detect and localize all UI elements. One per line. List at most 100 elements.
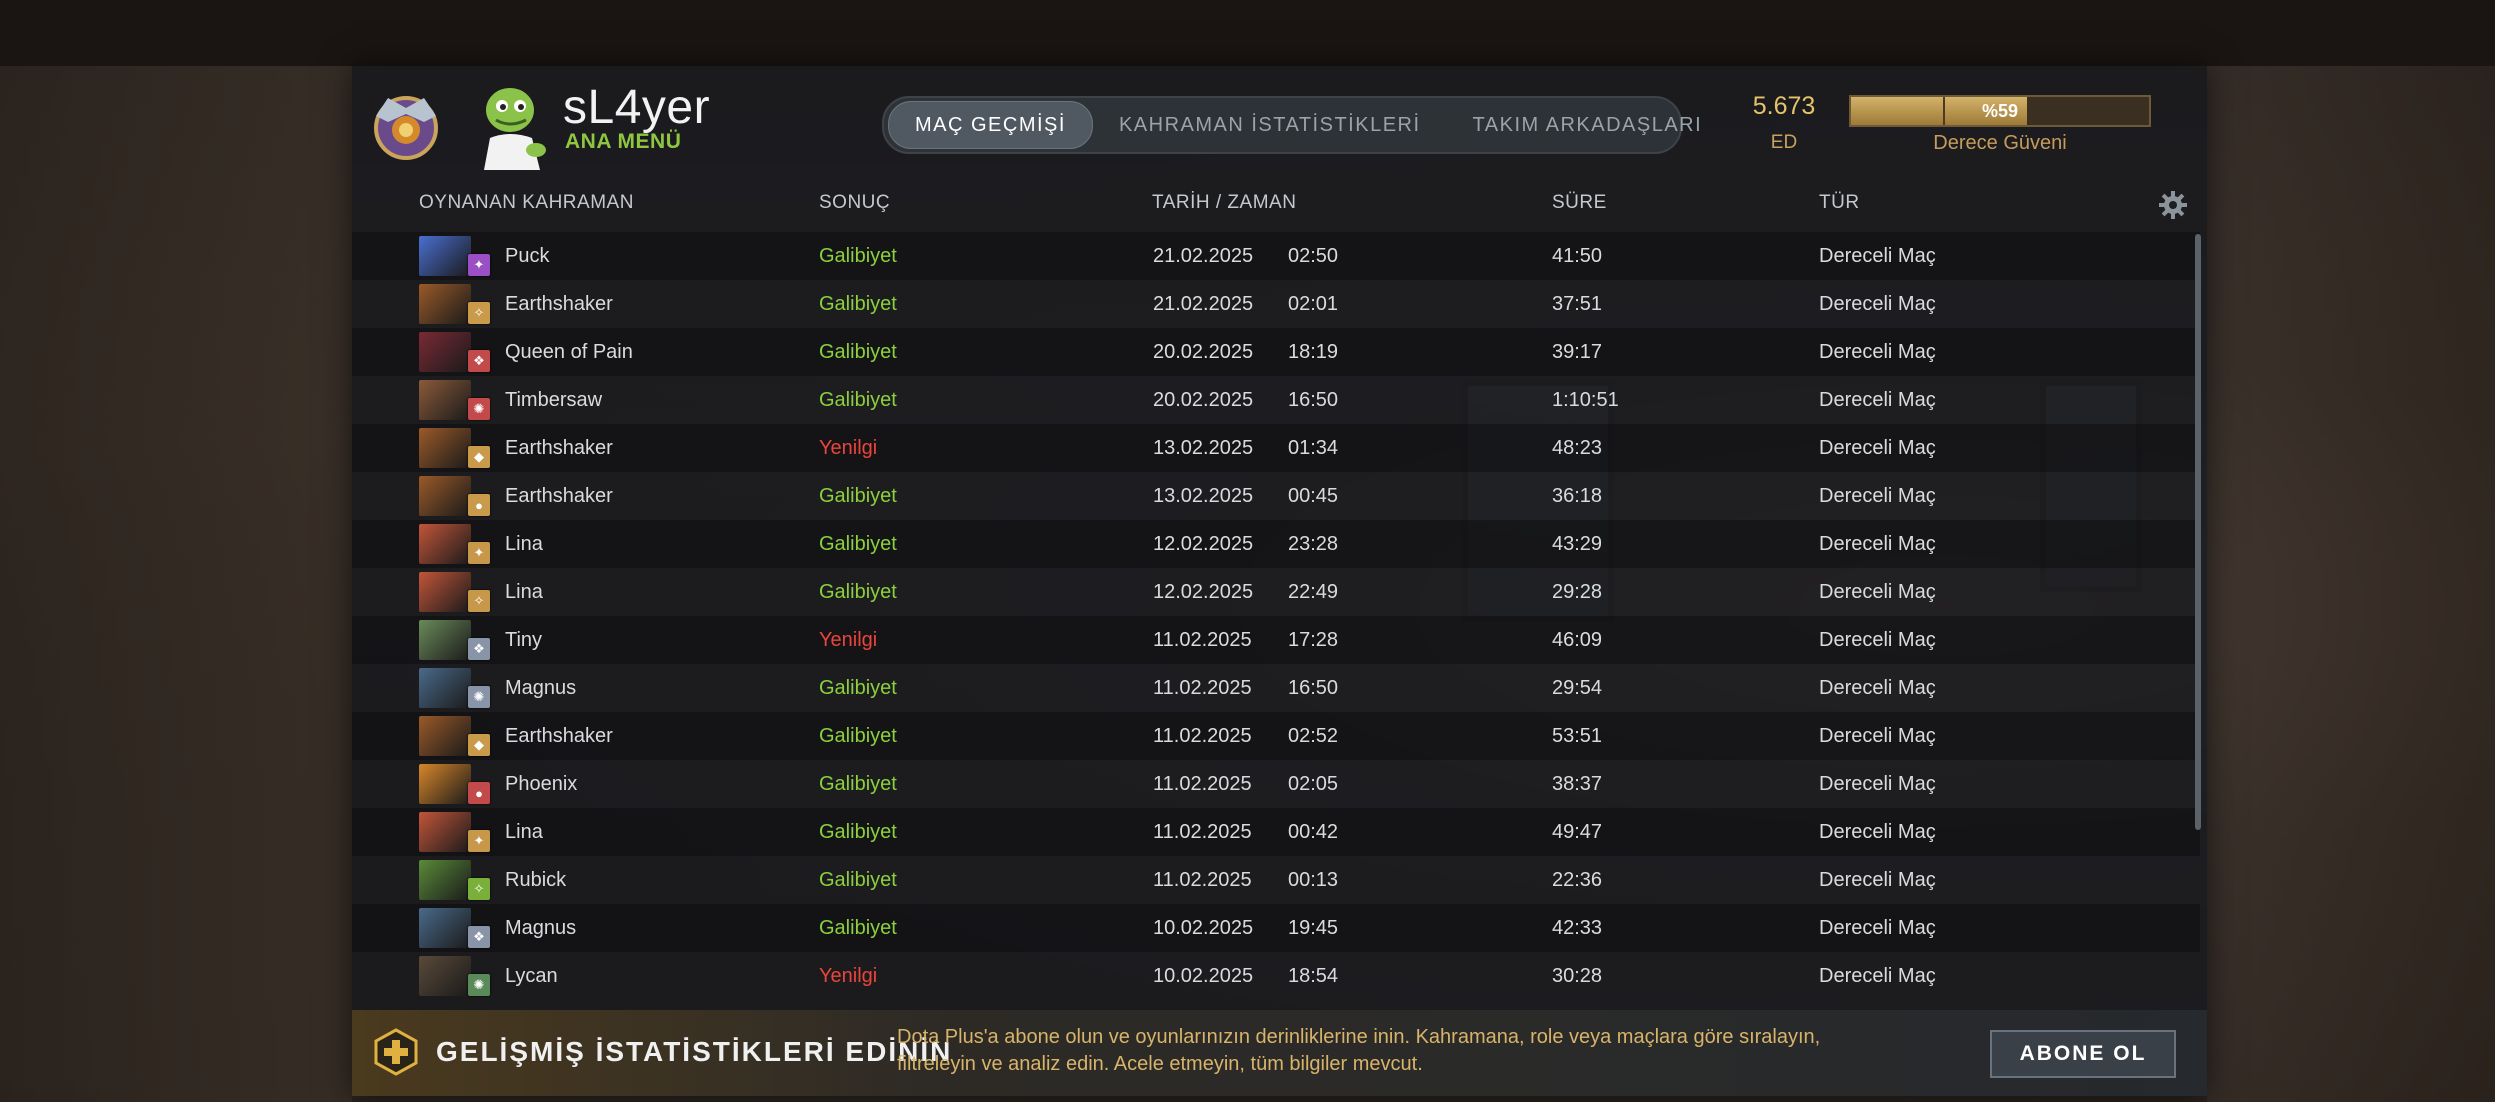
hero-role-icon: ✦ — [468, 254, 490, 276]
hero-name: Lycan — [505, 965, 558, 987]
match-date: 13.02.2025 — [1153, 437, 1254, 459]
hero-name: Lina — [505, 533, 543, 555]
match-duration: 41:50 — [1552, 245, 1603, 267]
match-date: 13.02.2025 — [1153, 485, 1254, 507]
table-row[interactable]: ✦ Lina Galibiyet 12.02.2025 23:28 43:29 Derece… — [352, 520, 2200, 568]
hero-role-icon: ❖ — [468, 638, 490, 660]
table-row[interactable]: ● Phoenix Galibiyet 11.02.2025 02:05 38:37 Der… — [352, 760, 2200, 808]
player-name: sL4yer — [563, 81, 711, 134]
match-date: 10.02.2025 — [1153, 965, 1254, 987]
match-date: 11.02.2025 — [1153, 773, 1252, 795]
rating-value: 5.673 — [1752, 92, 1816, 120]
match-duration: 42:33 — [1552, 917, 1603, 939]
table-row[interactable]: ✺ Magnus Galibiyet 11.02.2025 16:50 29:54 Dere… — [352, 664, 2200, 712]
table-row[interactable]: ◆ Earthshaker Galibiyet 11.02.2025 02:52 53:5… — [352, 712, 2200, 760]
hero-name: Phoenix — [505, 773, 578, 795]
hero-role-icon: ✧ — [468, 302, 490, 324]
match-duration: 48:23 — [1552, 437, 1603, 459]
tab-bar: MAÇ GEÇMİŞİ KAHRAMAN İSTATİSTİKLERİ TAKI… — [882, 96, 1701, 154]
table-row[interactable]: ❖ Tiny Yenilgi 11.02.2025 17:28 46:09 Dereceli… — [352, 616, 2200, 664]
gear-icon[interactable] — [2158, 190, 2188, 220]
match-type: Dereceli Maç — [1819, 485, 1936, 507]
hero-role-icon: ◆ — [468, 446, 490, 468]
match-time: 02:01 — [1288, 293, 1339, 315]
hero-portrait — [419, 332, 471, 372]
hero-portrait — [419, 956, 471, 996]
match-duration: 43:29 — [1552, 533, 1603, 555]
match-result: Yenilgi — [819, 629, 878, 651]
column-header-datetime[interactable]: TARİH / ZAMAN — [1152, 192, 1296, 214]
match-type: Dereceli Maç — [1819, 293, 1936, 315]
match-time: 02:05 — [1288, 773, 1339, 795]
tab-match-history[interactable]: MAÇ GEÇMİŞİ — [888, 101, 1093, 149]
match-type: Dereceli Maç — [1819, 725, 1936, 747]
hero-portrait — [419, 380, 471, 420]
table-row[interactable]: ✦ Puck Galibiyet 21.02.2025 02:50 41:50 Derece… — [352, 232, 2200, 280]
table-row[interactable]: ❖ Magnus Galibiyet 10.02.2025 19:45 42:33 Dere… — [352, 904, 2200, 952]
match-duration: 29:28 — [1552, 581, 1603, 603]
hero-name: Rubick — [505, 869, 567, 891]
match-date: 12.02.2025 — [1153, 533, 1254, 555]
hero-portrait — [419, 572, 471, 612]
promo-text: Dota Plus'a abone olun ve oyunlarınızın … — [897, 1026, 1821, 1075]
match-result: Galibiyet — [819, 725, 897, 747]
match-duration: 30:28 — [1552, 965, 1603, 987]
column-header-hero[interactable]: OYNANAN KAHRAMAN — [419, 192, 634, 214]
table-row[interactable]: ✧ Earthshaker Galibiyet 21.02.2025 02:01 37:5… — [352, 280, 2200, 328]
subscribe-button[interactable]: ABONE OL — [1990, 1030, 2176, 1078]
hero-role-icon: ✺ — [468, 974, 490, 996]
match-result: Galibiyet — [819, 293, 897, 315]
match-result: Galibiyet — [819, 917, 897, 939]
match-type: Dereceli Maç — [1819, 821, 1936, 843]
table-row[interactable]: ✺ Lycan Yenilgi 10.02.2025 18:54 30:28 Derecel… — [352, 952, 2200, 1000]
match-duration: 38:37 — [1552, 773, 1603, 795]
table-row[interactable]: ❖ Queen of Pain Galibiyet 20.02.2025 18:19 39… — [352, 328, 2200, 376]
match-result: Galibiyet — [819, 581, 897, 603]
background-beam — [0, 66, 352, 1102]
hero-name: Earthshaker — [505, 293, 613, 315]
table-row[interactable]: ◆ Earthshaker Yenilgi 13.02.2025 01:34 48:23 D… — [352, 424, 2200, 472]
rank-confidence-label: Derece Güveni — [1933, 132, 2067, 154]
match-date: 10.02.2025 — [1153, 917, 1254, 939]
dota-plus-icon — [374, 1028, 418, 1076]
match-date: 11.02.2025 — [1153, 821, 1252, 843]
column-header-duration[interactable]: SÜRE — [1552, 192, 1607, 214]
hero-portrait — [419, 860, 471, 900]
avatar[interactable] — [470, 80, 556, 170]
match-time: 02:52 — [1288, 725, 1339, 747]
match-result: Yenilgi — [819, 965, 878, 987]
main-menu-link[interactable]: ANA MENÜ — [565, 130, 681, 154]
table-row[interactable]: ● Earthshaker Galibiyet 13.02.2025 00:45 36:1… — [352, 472, 2200, 520]
match-result: Galibiyet — [819, 245, 897, 267]
hero-portrait — [419, 908, 471, 948]
table-row[interactable]: ✦ Lina Galibiyet 11.02.2025 00:42 49:47 Derece… — [352, 808, 2200, 856]
match-date: 21.02.2025 — [1153, 245, 1254, 267]
hero-role-icon: ❖ — [468, 350, 490, 372]
match-duration: 1:10:51 — [1552, 389, 1619, 411]
table-row[interactable]: ✺ Timbersaw Galibiyet 20.02.2025 16:50 1:10:5… — [352, 376, 2200, 424]
hero-portrait — [419, 476, 471, 516]
column-header-result[interactable]: SONUÇ — [819, 192, 890, 214]
tab-hero-stats[interactable]: KAHRAMAN İSTATİSTİKLERİ — [1093, 102, 1447, 148]
hero-role-icon: ✧ — [468, 590, 490, 612]
match-time: 22:49 — [1288, 581, 1339, 603]
tab-teammates[interactable]: TAKIM ARKADAŞLARI — [1447, 102, 1729, 148]
hero-name: Earthshaker — [505, 725, 613, 747]
hero-role-icon: ● — [468, 494, 490, 516]
table-row[interactable]: ✧ Lina Galibiyet 12.02.2025 22:49 29:28 Derece… — [352, 568, 2200, 616]
hero-role-icon: ✺ — [468, 686, 490, 708]
match-date: 20.02.2025 — [1153, 341, 1254, 363]
column-header-type[interactable]: TÜR — [1819, 192, 1860, 214]
match-date: 20.02.2025 — [1153, 389, 1254, 411]
match-time: 19:45 — [1288, 917, 1339, 939]
match-result: Galibiyet — [819, 821, 897, 843]
match-history-panel: sL4yer ANA MENÜ MAÇ GEÇMİŞİ KAHRAMAN İST… — [352, 66, 2207, 1096]
scrollbar[interactable] — [2195, 234, 2201, 830]
match-type: Dereceli Maç — [1819, 965, 1936, 987]
match-date: 11.02.2025 — [1153, 869, 1252, 891]
match-time: 23:28 — [1288, 533, 1339, 555]
table-row[interactable]: ✧ Rubick Galibiyet 11.02.2025 00:13 22:36 Dere… — [352, 856, 2200, 904]
match-type: Dereceli Maç — [1819, 629, 1936, 651]
match-type: Dereceli Maç — [1819, 341, 1936, 363]
hero-name: Timbersaw — [505, 389, 603, 411]
